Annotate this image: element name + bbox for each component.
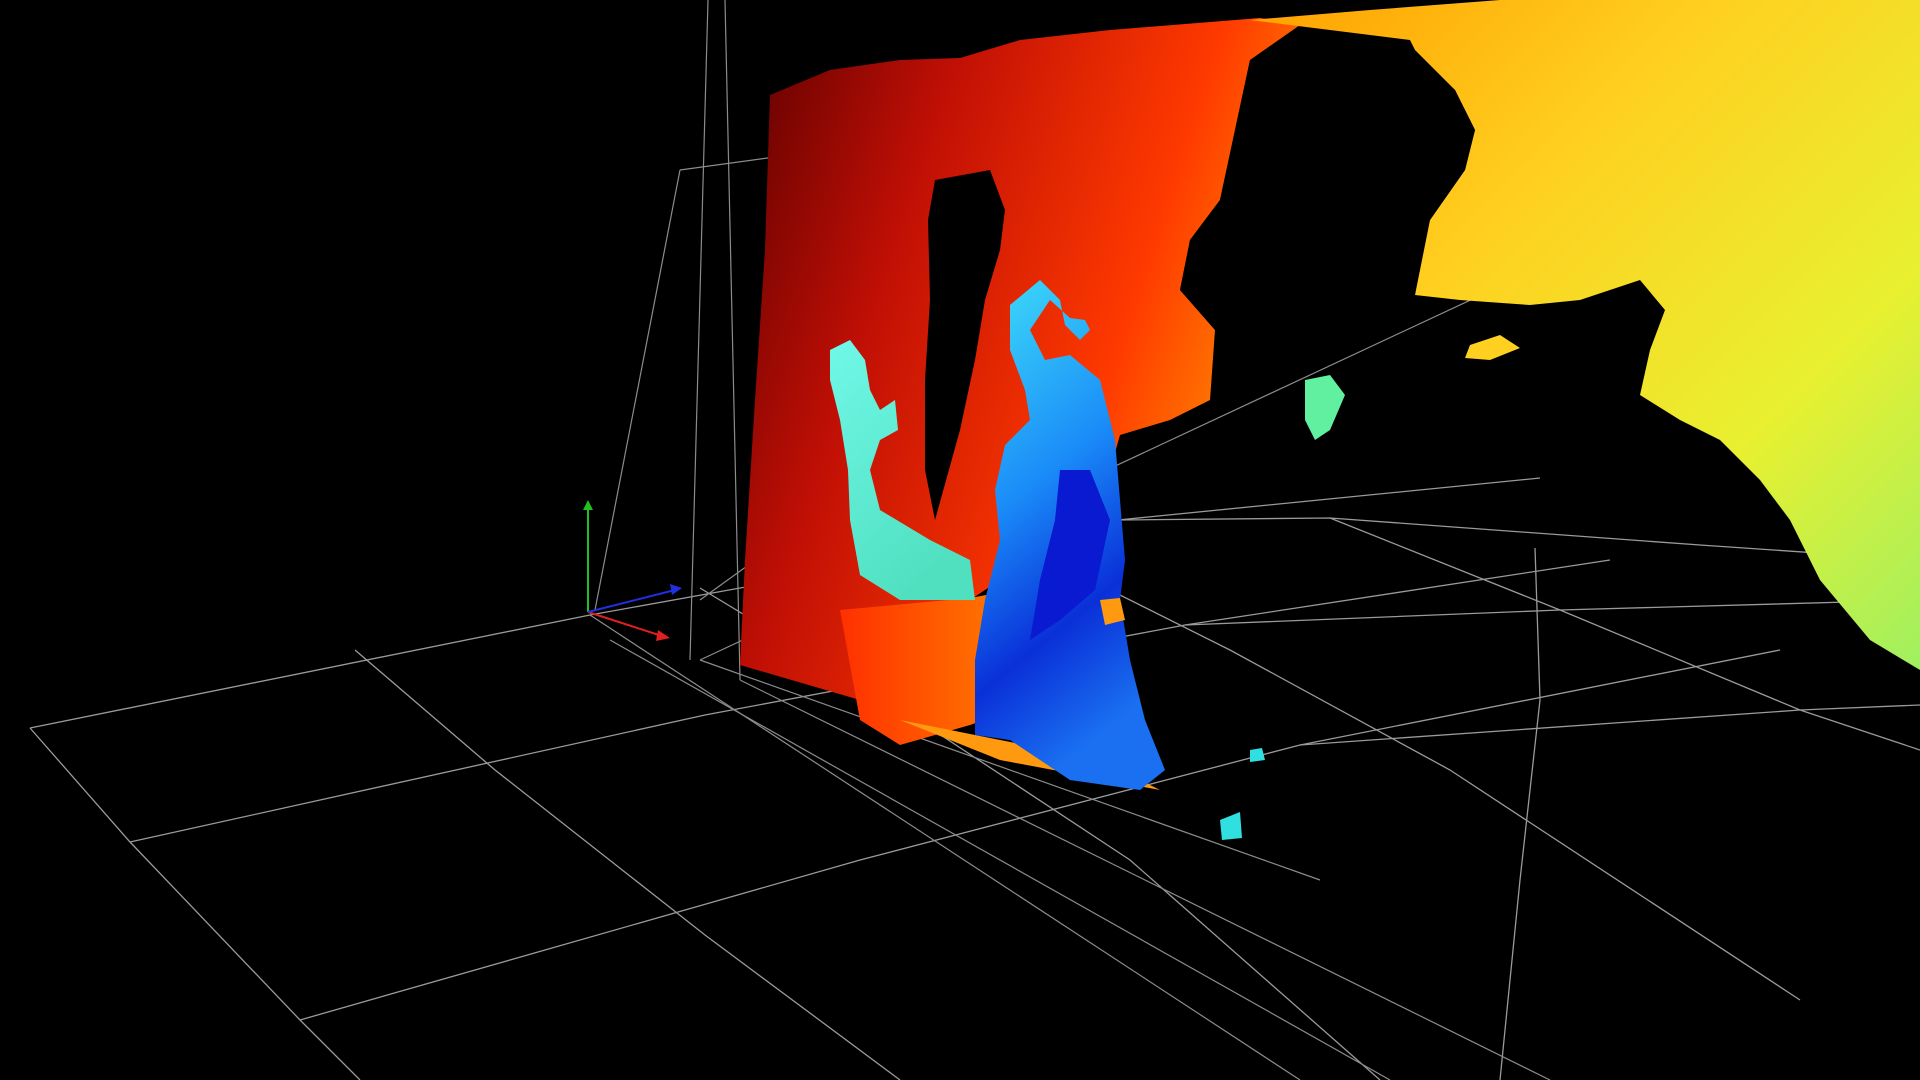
grid-line — [1499, 547, 1541, 1080]
z-axis — [587, 589, 676, 613]
frustum-line — [594, 169, 681, 611]
y-axis-arrow — [583, 500, 593, 510]
frustum-line — [689, 0, 709, 661]
z-axis-arrow — [670, 584, 682, 595]
point-cloud-scene[interactable] — [0, 0, 1920, 1080]
x-axis — [587, 611, 663, 637]
frustum-line — [724, 0, 741, 681]
grid-line — [29, 727, 361, 1080]
x-axis-arrow — [656, 630, 670, 641]
grid-line — [1184, 599, 1920, 626]
3d-viewport[interactable] — [0, 0, 1920, 1080]
grid-line — [1299, 704, 1920, 746]
grid-line — [354, 649, 901, 1080]
